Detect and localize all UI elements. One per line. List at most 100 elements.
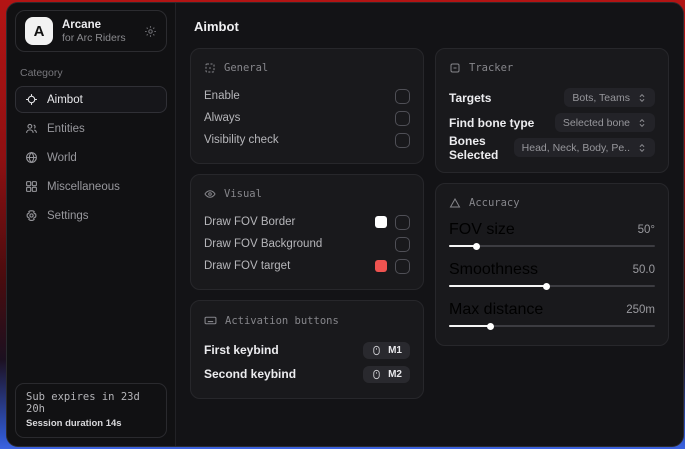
sidebar-item-label: Miscellaneous [47,181,120,193]
page-title: Aimbot [194,19,669,34]
always-checkbox[interactable] [395,111,410,126]
setting-label: FOV size [449,221,515,239]
targets-dropdown[interactable]: Bots, Teams [564,88,655,107]
keyboard-icon [204,314,217,327]
slider-thumb[interactable] [473,243,480,250]
general-card: General Enable Always Visibility check [190,48,424,164]
setting-row: Targets Bots, Teams [449,85,655,110]
tracker-card: Tracker Targets Bots, Teams Find bone ty… [435,48,669,173]
first-keybind-button[interactable]: M1 [363,342,410,359]
crosshair-icon [25,93,38,106]
setting-row: Find bone type Selected bone [449,110,655,135]
card-title: Accuracy [469,197,520,209]
setting-label: Draw FOV target [204,260,290,272]
gear-icon [25,209,38,222]
draw-fov-background-checkbox[interactable] [395,237,410,252]
find-bone-type-dropdown[interactable]: Selected bone [555,113,655,132]
mouse-icon [371,369,382,380]
setting-row: Always [204,107,410,129]
setting-row: Second keybind M2 [204,362,410,386]
session-duration-text: Session duration 14s [26,418,156,429]
logo-letter: A [34,23,45,40]
setting-row: Draw FOV Border [204,211,410,233]
slider-row: Smoothness 50.0 [449,260,655,291]
visibility-check-checkbox[interactable] [395,133,410,148]
dropdown-value: Bots, Teams [572,92,630,104]
mouse-icon [371,345,382,356]
setting-label: Draw FOV Background [204,238,322,250]
sidebar: A Arcane for Arc Riders Category Aimbot [7,3,176,446]
draw-fov-target-checkbox[interactable] [395,259,410,274]
chevron-up-down-icon [637,143,647,153]
dropdown-value: Head, Neck, Body, Pe.. [522,142,630,154]
setting-label: Second keybind [204,367,296,381]
sidebar-item-miscellaneous[interactable]: Miscellaneous [15,173,167,200]
general-icon [204,62,216,74]
entities-icon [25,122,38,135]
tracker-icon [449,62,461,74]
setting-row: Draw FOV target [204,255,410,277]
brand-header: A Arcane for Arc Riders [15,10,167,52]
setting-label: Always [204,112,240,124]
second-keybind-button[interactable]: M2 [363,366,410,383]
chevron-up-down-icon [637,93,647,103]
setting-row: Enable [204,85,410,107]
setting-label: Enable [204,90,240,102]
accuracy-card: Accuracy FOV size 50° [435,183,669,346]
setting-row: Draw FOV Background [204,233,410,255]
setting-label: Smoothness [449,261,538,279]
slider-value: 50.0 [633,264,655,276]
setting-row: Visibility check [204,129,410,151]
sidebar-item-settings[interactable]: Settings [15,202,167,229]
slider-row: Max distance 250m [449,300,655,331]
subscription-box: Sub expires in 23d 20h Session duration … [15,383,167,438]
setting-label: Targets [449,91,491,105]
gear-icon[interactable] [144,25,157,38]
sidebar-item-label: World [47,152,77,164]
keybind-value: M1 [388,345,402,356]
card-title: Activation buttons [225,315,339,327]
sidebar-item-label: Entities [47,123,85,135]
setting-row: Bones Selected Head, Neck, Body, Pe.. [449,135,655,160]
activation-card: Activation buttons First keybind M1 Seco… [190,300,424,399]
visual-icon [204,188,216,200]
sidebar-item-aimbot[interactable]: Aimbot [15,86,167,113]
card-title: General [224,62,268,74]
sidebar-item-entities[interactable]: Entities [15,115,167,142]
fov-target-color-swatch[interactable] [375,260,387,272]
brand-subtitle: for Arc Riders [62,32,126,44]
enable-checkbox[interactable] [395,89,410,104]
category-label: Category [20,67,162,79]
setting-label: First keybind [204,343,279,357]
chevron-up-down-icon [637,118,647,128]
setting-label: Visibility check [204,134,279,146]
fov-size-slider[interactable] [449,241,655,251]
max-distance-slider[interactable] [449,321,655,331]
sub-expiry-text: Sub expires in 23d 20h [26,391,156,415]
sidebar-nav: Aimbot Entities World Miscellaneous [15,86,167,229]
sidebar-item-world[interactable]: World [15,144,167,171]
app-logo: A [25,17,53,45]
setting-label: Max distance [449,301,543,319]
draw-fov-border-checkbox[interactable] [395,215,410,230]
dropdown-value: Selected bone [563,117,630,129]
sidebar-item-label: Settings [47,210,89,222]
slider-thumb[interactable] [487,323,494,330]
smoothness-slider[interactable] [449,281,655,291]
visual-card: Visual Draw FOV Border Draw FOV Backgrou… [190,174,424,290]
setting-label: Find bone type [449,116,534,130]
slider-value: 250m [626,304,655,316]
bones-selected-dropdown[interactable]: Head, Neck, Body, Pe.. [514,138,655,157]
card-title: Visual [224,188,262,200]
main-content: Aimbot General Enable Alw [176,3,683,446]
slider-thumb[interactable] [543,283,550,290]
triangle-icon [449,197,461,209]
grid-icon [25,180,38,193]
brand-name: Arcane [62,19,126,31]
keybind-value: M2 [388,369,402,380]
app-window: A Arcane for Arc Riders Category Aimbot [6,2,684,447]
slider-row: FOV size 50° [449,220,655,251]
fov-border-color-swatch[interactable] [375,216,387,228]
card-title: Tracker [469,62,513,74]
globe-icon [25,151,38,164]
